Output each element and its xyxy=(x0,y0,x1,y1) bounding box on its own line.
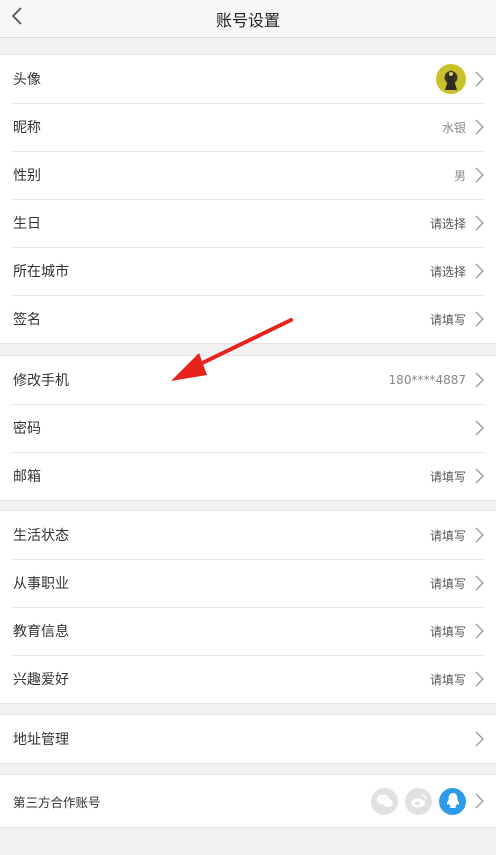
chevron-right-icon xyxy=(475,215,484,231)
row-value: 请选择 xyxy=(429,264,466,279)
chevron-right-icon xyxy=(475,71,484,87)
personal-info-group: 生活状态 请填写 从事职业 请填写 教育信息 请填写 兴趣爱好 请填写 xyxy=(0,510,496,704)
chevron-right-icon xyxy=(475,167,484,183)
education-row[interactable]: 教育信息 请填写 xyxy=(0,607,496,655)
chevron-right-icon xyxy=(475,468,484,484)
row-label: 所在城市 xyxy=(13,264,69,280)
change-phone-row[interactable]: 修改手机 180****4887 xyxy=(0,356,496,404)
row-label: 教育信息 xyxy=(13,624,69,640)
address-group: 地址管理 xyxy=(0,714,496,764)
chevron-right-icon xyxy=(475,420,484,436)
qq-icon[interactable] xyxy=(439,787,466,815)
chevron-right-icon xyxy=(475,575,484,591)
row-value: 请填写 xyxy=(429,312,466,327)
row-label: 生活状态 xyxy=(13,528,69,544)
row-value: 180****4887 xyxy=(388,373,466,387)
row-label: 昵称 xyxy=(13,120,41,136)
chevron-right-icon xyxy=(475,119,484,135)
avatar xyxy=(436,64,466,94)
third-party-icons xyxy=(364,787,466,815)
header-bar: 账号设置 xyxy=(0,0,496,38)
chevron-right-icon xyxy=(475,671,484,687)
row-label: 邮箱 xyxy=(13,469,41,485)
chevron-right-icon xyxy=(475,793,484,809)
hobbies-row[interactable]: 兴趣爱好 请填写 xyxy=(0,655,496,703)
row-label: 从事职业 xyxy=(13,576,69,592)
password-row[interactable]: 密码 xyxy=(0,404,496,452)
address-management-row[interactable]: 地址管理 xyxy=(0,715,496,763)
life-status-row[interactable]: 生活状态 请填写 xyxy=(0,511,496,559)
security-group: 修改手机 180****4887 密码 邮箱 请填写 xyxy=(0,355,496,501)
city-row[interactable]: 所在城市 请选择 xyxy=(0,247,496,295)
chevron-right-icon xyxy=(475,263,484,279)
nickname-row[interactable]: 昵称 水银 xyxy=(0,103,496,151)
row-value: 水银 xyxy=(441,120,466,135)
row-label: 兴趣爱好 xyxy=(13,672,69,688)
avatar-row[interactable]: 头像 xyxy=(0,55,496,103)
row-value: 请填写 xyxy=(429,469,466,484)
weibo-icon[interactable] xyxy=(405,787,432,815)
chevron-right-icon xyxy=(475,527,484,543)
page-title: 账号设置 xyxy=(215,11,280,30)
birthday-row[interactable]: 生日 请选择 xyxy=(0,199,496,247)
signature-row[interactable]: 签名 请填写 xyxy=(0,295,496,343)
row-label: 地址管理 xyxy=(13,732,69,748)
chevron-right-icon xyxy=(475,372,484,388)
email-row[interactable]: 邮箱 请填写 xyxy=(0,452,496,500)
wechat-icon[interactable] xyxy=(371,787,398,815)
row-label: 头像 xyxy=(13,72,41,88)
chevron-right-icon xyxy=(475,623,484,639)
row-label: 生日 xyxy=(13,216,41,232)
row-label: 性别 xyxy=(13,168,41,184)
occupation-row[interactable]: 从事职业 请填写 xyxy=(0,559,496,607)
avatar-figure-icon xyxy=(445,70,457,90)
row-value: 请填写 xyxy=(429,672,466,687)
row-value: 请填写 xyxy=(429,624,466,639)
row-label: 第三方合作账号 xyxy=(13,794,101,810)
row-label: 签名 xyxy=(13,312,41,328)
gender-row[interactable]: 性别 男 xyxy=(0,151,496,199)
third-party-accounts-row[interactable]: 第三方合作账号 xyxy=(0,775,496,827)
row-value: 男 xyxy=(453,168,466,183)
profile-group: 头像 昵称 水银 性别 男 生日 请选择 所在城市 请选择 签名 请填写 xyxy=(0,54,496,344)
row-value: 请填写 xyxy=(429,576,466,591)
row-value: 请选择 xyxy=(429,216,466,231)
row-value: 请填写 xyxy=(429,528,466,543)
third-party-group: 第三方合作账号 xyxy=(0,774,496,828)
row-label: 修改手机 xyxy=(13,373,69,389)
chevron-right-icon xyxy=(475,731,484,747)
chevron-right-icon xyxy=(475,311,484,327)
row-label: 密码 xyxy=(13,421,41,437)
